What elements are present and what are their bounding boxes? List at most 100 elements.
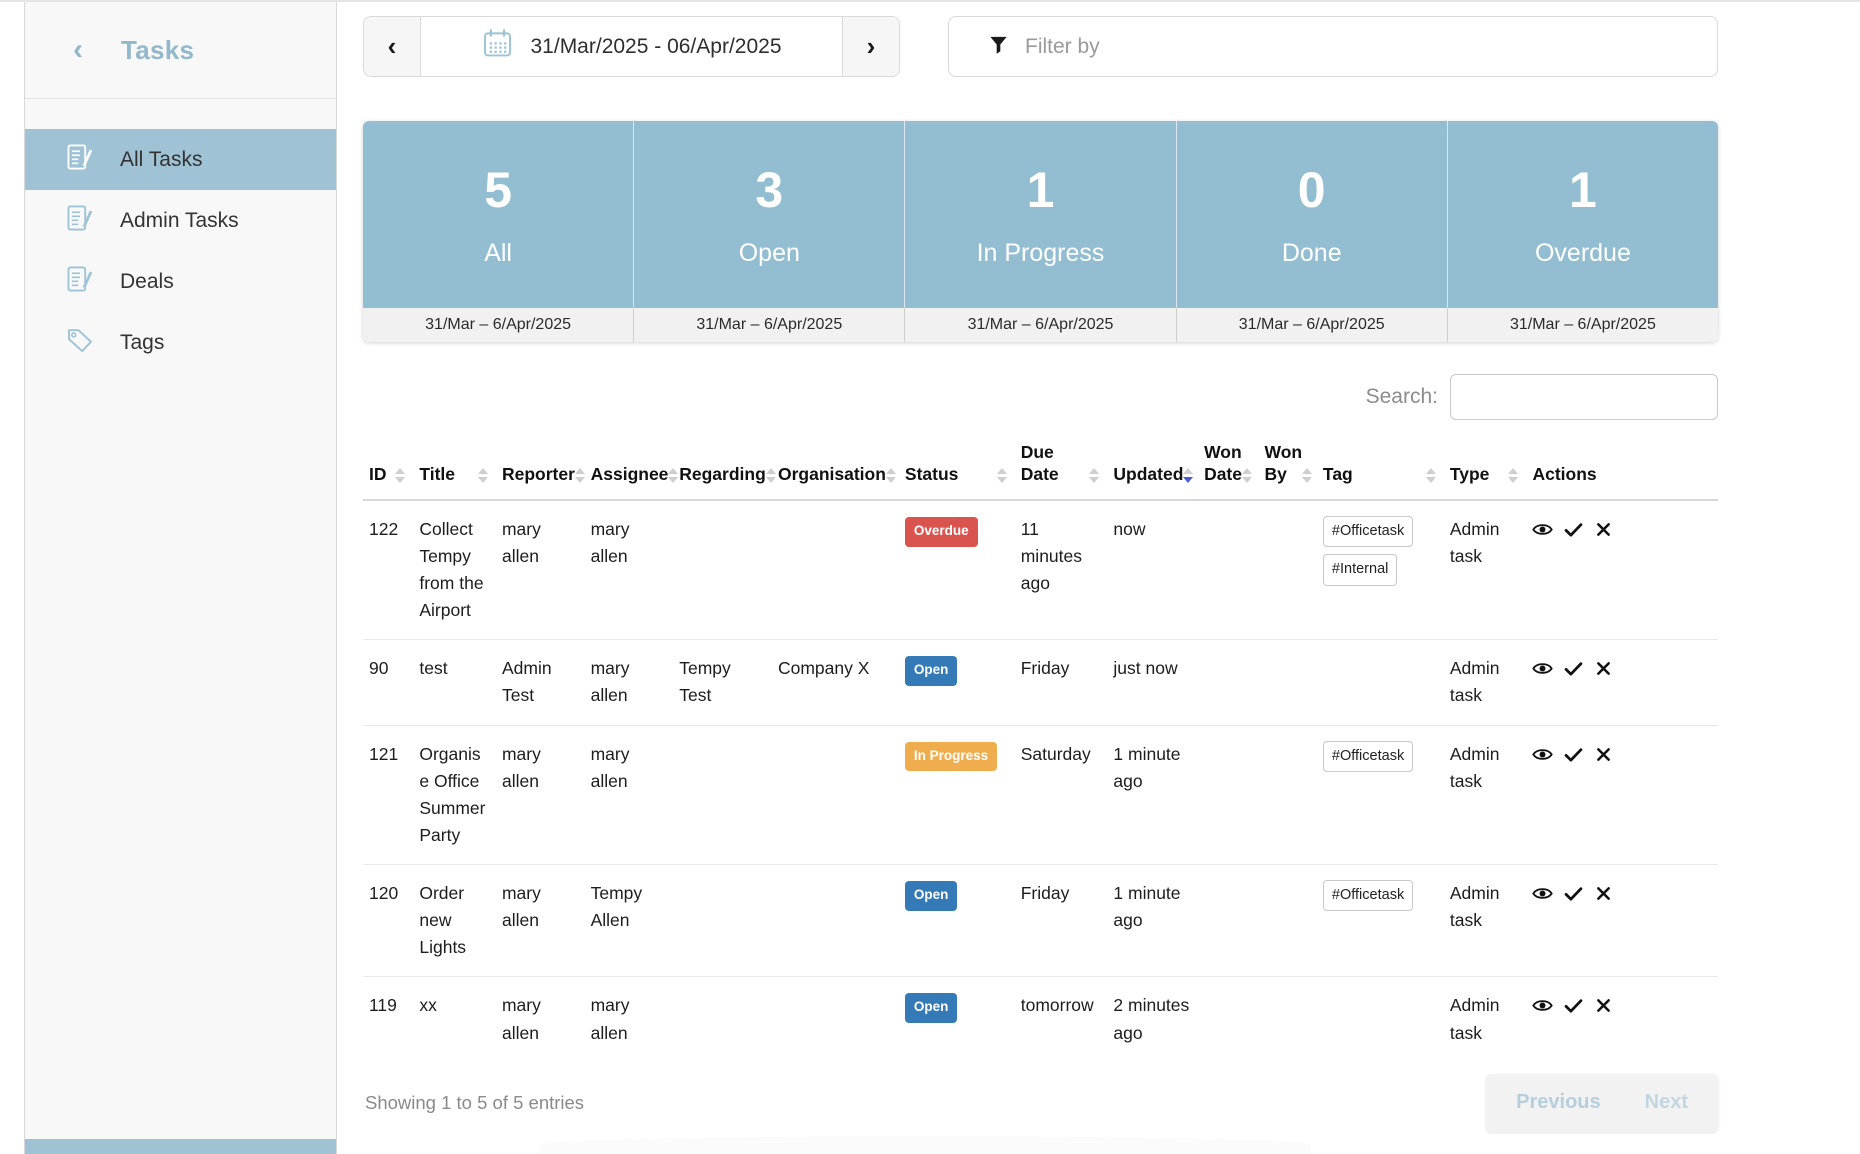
eye-icon[interactable] — [1532, 519, 1553, 540]
cell-id: 119 — [363, 977, 413, 1062]
column-label: Won Date — [1204, 442, 1242, 486]
date-range-display[interactable]: 31/Mar/2025 - 06/Apr/2025 — [421, 17, 842, 76]
column-header-type[interactable]: Type — [1444, 436, 1527, 500]
column-header-id[interactable]: ID — [363, 436, 413, 500]
cell-regarding — [673, 725, 772, 865]
sidebar-item-deals[interactable]: Deals — [25, 251, 336, 312]
cell-won-date — [1198, 865, 1258, 977]
cell-won-by — [1259, 640, 1317, 725]
stat-period-overdue: 31/Mar – 6/Apr/2025 — [1448, 308, 1718, 342]
column-header-tag[interactable]: Tag — [1317, 436, 1444, 500]
pagination: Previous Next — [1486, 1074, 1718, 1132]
column-label: Assignee — [591, 464, 669, 486]
cell-actions — [1526, 977, 1718, 1062]
column-label: Regarding — [679, 464, 766, 486]
column-header-won-by[interactable]: Won By — [1259, 436, 1317, 500]
previous-button[interactable]: Previous — [1494, 1091, 1622, 1114]
stat-card-open[interactable]: 3 Open — [634, 121, 905, 308]
table-header-row: ID Title Reporter Assignee Regarding Org… — [363, 436, 1718, 500]
sidebar-item-label: Deals — [120, 270, 174, 294]
stat-value: 1 — [1569, 161, 1597, 219]
eye-icon[interactable] — [1532, 995, 1553, 1016]
column-header-won-date[interactable]: Won Date — [1198, 436, 1258, 500]
back-icon[interactable]: ‹ — [73, 35, 83, 65]
sort-arrows-icon — [1508, 468, 1518, 483]
column-header-title[interactable]: Title — [413, 436, 496, 500]
filter-box[interactable] — [948, 16, 1718, 77]
x-icon[interactable] — [1594, 520, 1613, 539]
eye-icon[interactable] — [1532, 883, 1553, 904]
sidebar-item-all-tasks[interactable]: All Tasks — [25, 129, 336, 190]
cell-tag: #Officetask — [1317, 865, 1444, 977]
column-header-updated[interactable]: Updated — [1107, 436, 1198, 500]
cell-organisation — [772, 500, 899, 640]
cell-id: 90 — [363, 640, 413, 725]
x-icon[interactable] — [1594, 745, 1613, 764]
column-label: Type — [1450, 464, 1490, 486]
tag-chip: #Officetask — [1323, 741, 1413, 772]
cell-updated: 1 minute ago — [1107, 865, 1198, 977]
eye-icon[interactable] — [1532, 744, 1553, 765]
cell-id: 120 — [363, 865, 413, 977]
cell-status: Open — [899, 865, 1015, 977]
stat-period-all: 31/Mar – 6/Apr/2025 — [363, 308, 634, 342]
cell-reporter: Admin Test — [496, 640, 585, 725]
bottom-glow — [540, 1136, 1310, 1154]
sort-arrows-icon — [1426, 468, 1436, 483]
cell-actions — [1526, 500, 1718, 640]
sidebar-item-label: All Tasks — [120, 148, 202, 172]
search-row: Search: — [363, 374, 1718, 420]
column-header-due-date[interactable]: Due Date — [1015, 436, 1108, 500]
column-label: ID — [369, 464, 387, 486]
x-icon[interactable] — [1594, 884, 1613, 903]
check-icon[interactable] — [1563, 744, 1584, 765]
table-footer: Showing 1 to 5 of 5 entries Previous Nex… — [363, 1074, 1718, 1132]
next-period-button[interactable]: › — [842, 17, 899, 76]
filter-input[interactable] — [1025, 17, 1717, 76]
stat-card-overdue[interactable]: 1 Overdue — [1448, 121, 1718, 308]
x-icon[interactable] — [1594, 996, 1613, 1015]
prev-period-button[interactable]: ‹ — [364, 17, 421, 76]
status-badge: Open — [905, 656, 958, 686]
column-label: Tag — [1323, 464, 1353, 486]
search-input[interactable] — [1450, 374, 1718, 420]
check-icon[interactable] — [1563, 883, 1584, 904]
stat-card-all[interactable]: 5 All — [363, 121, 634, 308]
check-icon[interactable] — [1563, 658, 1584, 679]
tasks-table: ID Title Reporter Assignee Regarding Org… — [363, 436, 1718, 1062]
column-header-status[interactable]: Status — [899, 436, 1015, 500]
sidebar-item-tags[interactable]: Tags — [25, 312, 336, 373]
stat-card-in-progress[interactable]: 1 In Progress — [905, 121, 1176, 308]
cell-tag — [1317, 640, 1444, 725]
sidebar-menu: All Tasks Admin Tasks Deals Tags — [25, 129, 336, 373]
column-label: Actions — [1532, 464, 1596, 486]
column-header-regarding[interactable]: Regarding — [673, 436, 772, 500]
eye-icon[interactable] — [1532, 658, 1553, 679]
cell-updated: just now — [1107, 640, 1198, 725]
cell-regarding — [673, 977, 772, 1062]
check-icon[interactable] — [1563, 995, 1584, 1016]
sidebar-bottom-accent — [25, 1139, 336, 1154]
column-header-assignee[interactable]: Assignee — [585, 436, 674, 500]
cell-type: Admin task — [1444, 500, 1527, 640]
next-button[interactable]: Next — [1623, 1091, 1710, 1114]
cell-won-date — [1198, 725, 1258, 865]
sidebar-item-admin-tasks[interactable]: Admin Tasks — [25, 190, 336, 251]
sort-arrows-icon — [395, 468, 405, 483]
stat-period-in-progress: 31/Mar – 6/Apr/2025 — [905, 308, 1176, 342]
cell-won-date — [1198, 640, 1258, 725]
cell-won-date — [1198, 977, 1258, 1062]
column-header-organisation[interactable]: Organisation — [772, 436, 899, 500]
cell-status: Open — [899, 640, 1015, 725]
date-range-text: 31/Mar/2025 - 06/Apr/2025 — [531, 35, 782, 59]
stat-card-done[interactable]: 0 Done — [1177, 121, 1448, 308]
topbar: ‹ 31/Mar/2025 - 06/Apr/2025 › — [363, 16, 1718, 77]
sidebar-header: ‹ Tasks — [25, 2, 336, 99]
x-icon[interactable] — [1594, 659, 1613, 678]
cell-organisation — [772, 725, 899, 865]
check-icon[interactable] — [1563, 519, 1584, 540]
sort-arrows-icon — [668, 468, 678, 483]
cell-id: 122 — [363, 500, 413, 640]
cell-type: Admin task — [1444, 640, 1527, 725]
column-header-reporter[interactable]: Reporter — [496, 436, 585, 500]
